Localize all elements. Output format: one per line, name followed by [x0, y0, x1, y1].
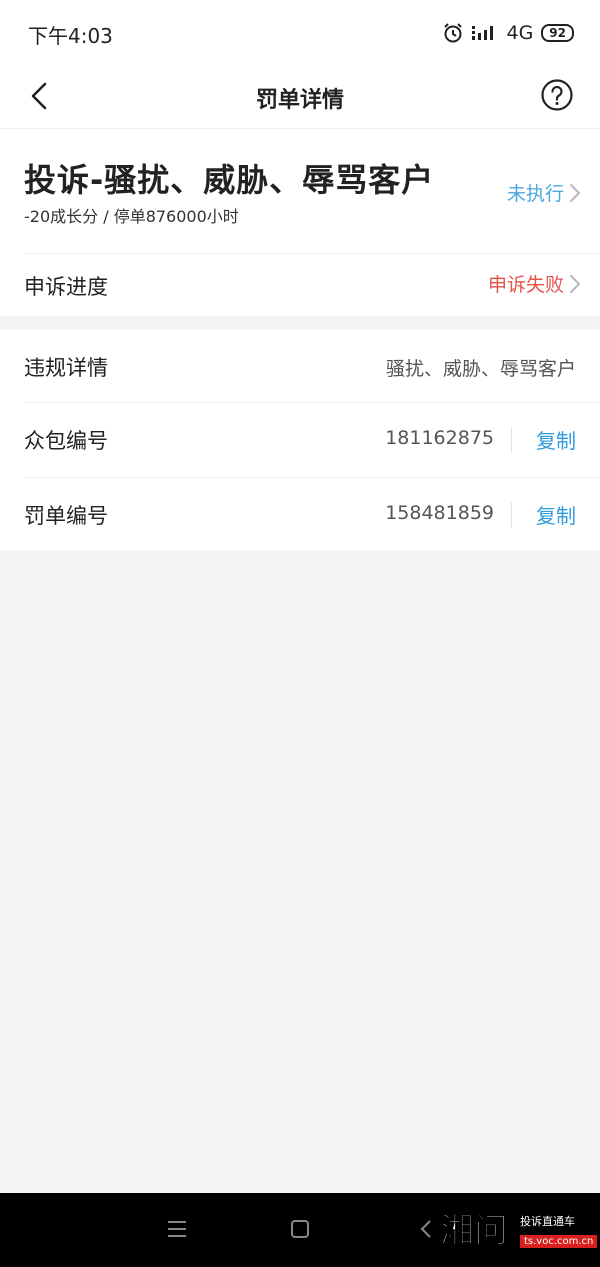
execution-status-label: 未执行: [506, 183, 564, 205]
status-time: 下午4:03: [28, 24, 113, 48]
crowd-id-value: 181162875: [385, 427, 494, 449]
watermark-url: ts.voc.com.cn: [520, 1235, 598, 1248]
chevron-right-icon: [568, 273, 582, 295]
menu-icon[interactable]: [166, 1219, 188, 1239]
watermark-text: 投诉直通车: [520, 1215, 575, 1228]
penalty-card: 投诉-骚扰、威胁、辱骂客户 -20成长分 / 停单876000小时 未执行 申诉…: [0, 129, 600, 316]
battery-icon: 92: [541, 24, 574, 42]
separator: [511, 502, 512, 528]
violation-row: 违规详情 骚扰、威胁、辱骂客户: [0, 330, 600, 404]
system-back-icon[interactable]: [418, 1219, 434, 1239]
violation-value: 骚扰、威胁、辱骂客户: [385, 358, 576, 380]
system-nav-bar: 湘问 投诉直通车 ts.voc.com.cn: [0, 1193, 600, 1267]
ticket-id-label: 罚单编号: [24, 504, 108, 528]
appeal-progress-row[interactable]: 申诉进度 申诉失败: [0, 253, 600, 316]
page-title: 罚单详情: [255, 88, 344, 113]
watermark-logo: 湘问 投诉直通车 ts.voc.com.cn: [440, 1203, 598, 1257]
status-icons: 4G 92: [442, 20, 574, 46]
crowd-id-label: 众包编号: [24, 429, 108, 453]
execution-status-link[interactable]: 未执行: [507, 179, 582, 206]
nav-bar: 罚单详情: [0, 64, 600, 129]
appeal-progress-label: 申诉进度: [24, 275, 108, 299]
network-label: 4G: [506, 22, 534, 44]
ticket-id-value: 158481859: [385, 502, 494, 524]
appeal-status-link[interactable]: 申诉失败: [488, 270, 582, 297]
status-bar: 下午4:03 4G 92: [0, 0, 600, 64]
detail-card: 违规详情 骚扰、威胁、辱骂客户 众包编号 181162875 复制 罚单编号 1…: [0, 330, 600, 550]
chevron-right-icon: [568, 182, 582, 204]
penalty-subtitle: -20成长分 / 停单876000小时: [24, 207, 239, 226]
ticket-id-row: 罚单编号 158481859 复制: [0, 478, 600, 552]
violation-label: 违规详情: [24, 356, 108, 380]
alarm-icon: [442, 22, 464, 44]
crowd-id-row: 众包编号 181162875 复制: [0, 403, 600, 477]
penalty-title: 投诉-骚扰、威胁、辱骂客户: [24, 161, 435, 199]
copy-ticket-id-button[interactable]: 复制: [536, 500, 576, 529]
home-icon[interactable]: [290, 1219, 310, 1239]
watermark-logo-text: 湘问: [440, 1211, 509, 1252]
copy-crowd-id-button[interactable]: 复制: [536, 425, 576, 454]
separator: [511, 427, 512, 453]
appeal-status-label: 申诉失败: [487, 274, 564, 296]
signal-icon: [472, 24, 498, 42]
help-icon[interactable]: [540, 78, 574, 112]
